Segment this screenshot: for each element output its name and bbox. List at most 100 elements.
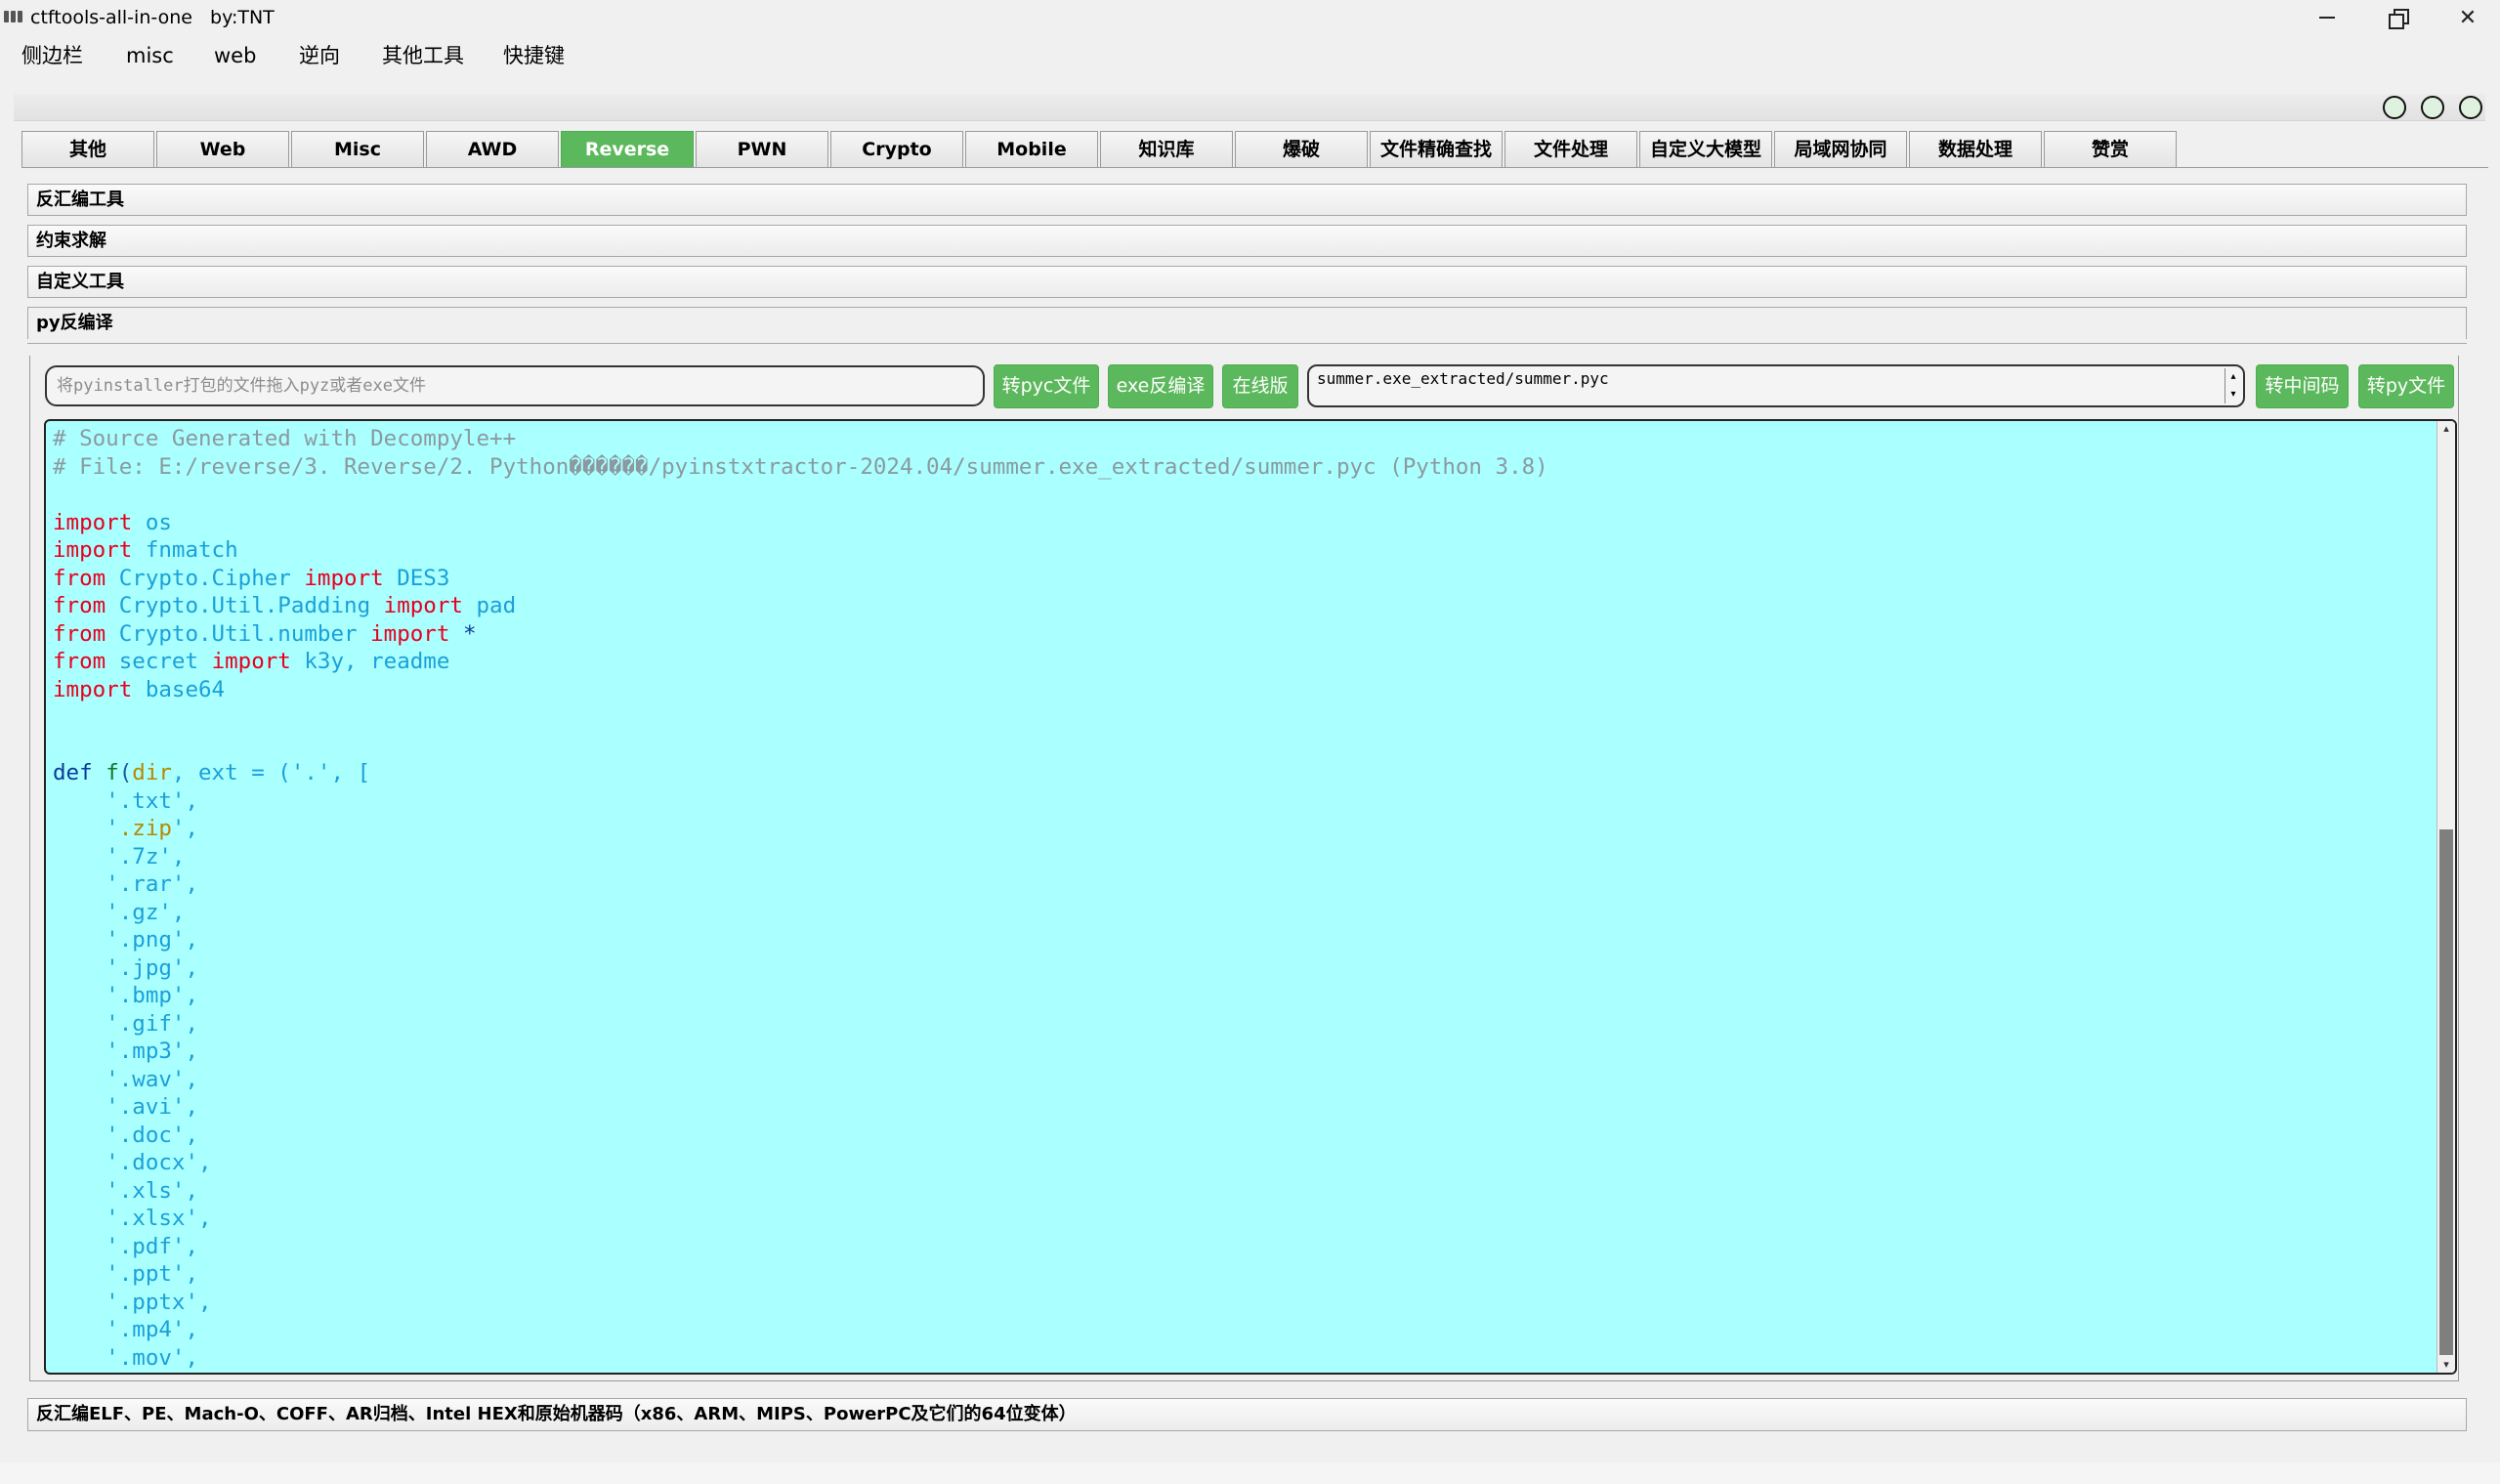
code-string: .rar bbox=[118, 871, 172, 897]
to-py-button[interactable]: 转py文件 bbox=[2358, 364, 2454, 408]
tab-mobile[interactable]: Mobile bbox=[965, 131, 1098, 167]
tab-bar: 其他 Web Misc AWD Reverse PWN Crypto Mobil… bbox=[21, 131, 2179, 168]
code-keyword: from bbox=[53, 593, 106, 618]
tab-misc[interactable]: Misc bbox=[291, 131, 424, 167]
code-import-line: from Crypto.Util.Padding import pad bbox=[53, 593, 516, 618]
code-string: .jpg bbox=[118, 954, 172, 981]
menu-bar: 侧边栏 misc web 逆向 其他工具 快捷键 bbox=[0, 36, 2500, 75]
code-string: .docx bbox=[118, 1150, 186, 1175]
tab-crypto[interactable]: Crypto bbox=[830, 131, 963, 167]
online-version-button[interactable]: 在线版 bbox=[1222, 364, 1298, 408]
code-extension-line: '.doc', bbox=[53, 1122, 199, 1148]
restore-button[interactable] bbox=[2362, 0, 2433, 35]
tab-data-processing[interactable]: 数据处理 bbox=[1909, 131, 2042, 167]
scroll-thumb[interactable] bbox=[2439, 829, 2453, 1355]
to-pyc-button[interactable]: 转pyc文件 bbox=[994, 364, 1099, 408]
pyc-path-select[interactable]: summer.exe_extracted/summer.pyc ▴ ▾ bbox=[1307, 364, 2245, 407]
circle-button-1[interactable] bbox=[2383, 96, 2406, 119]
code-extension-line: '.bmp', bbox=[53, 983, 199, 1008]
tab-knowledge[interactable]: 知识库 bbox=[1100, 131, 1233, 167]
code-comment: # Source Generated with Decompyle++ bbox=[53, 426, 517, 451]
pyz-file-input[interactable] bbox=[45, 365, 985, 406]
section-disasm-description[interactable]: 反汇编ELF、PE、Mach-O、COFF、AR归档、Intel HEX和原始机… bbox=[27, 1398, 2467, 1431]
code-import-line: from Crypto.Cipher import DES3 bbox=[53, 566, 449, 591]
tab-custom-llm[interactable]: 自定义大模型 bbox=[1639, 131, 1772, 167]
code-string: .doc bbox=[118, 1122, 172, 1148]
circle-button-2[interactable] bbox=[2421, 96, 2444, 119]
section-custom-tools[interactable]: 自定义工具 bbox=[27, 266, 2467, 298]
code-extension-line: '.ppt', bbox=[53, 1261, 199, 1287]
exe-decompile-button[interactable]: exe反编译 bbox=[1108, 364, 1213, 408]
section-disassembler[interactable]: 反汇编工具 bbox=[27, 184, 2467, 216]
code-keyword: import bbox=[53, 509, 133, 535]
tab-web[interactable]: Web bbox=[156, 131, 289, 167]
code-string: .mp4 bbox=[118, 1317, 172, 1342]
tab-lan-collab[interactable]: 局域网协同 bbox=[1774, 131, 1907, 167]
code-import-line: from secret import k3y, readme bbox=[53, 649, 449, 674]
code-string: .txt bbox=[118, 787, 172, 814]
code-module: os bbox=[145, 509, 172, 535]
code-string: .zip bbox=[118, 816, 172, 841]
code-string: .gz bbox=[118, 899, 159, 925]
code-extension-line: '.gz', bbox=[53, 899, 186, 925]
tab-other[interactable]: 其他 bbox=[21, 131, 154, 167]
close-icon: ✕ bbox=[2458, 5, 2478, 30]
tab-donate[interactable]: 赞赏 bbox=[2044, 131, 2177, 167]
tab-file-search[interactable]: 文件精确查找 bbox=[1370, 131, 1503, 167]
code-string: .flv bbox=[119, 1373, 172, 1375]
section-py-decompile[interactable]: py反编译 bbox=[27, 307, 2467, 339]
code-import-line: from Crypto.Util.number import * bbox=[53, 621, 477, 647]
menu-sidebar[interactable]: 侧边栏 bbox=[18, 42, 87, 69]
tab-divider bbox=[21, 167, 2488, 168]
section-divider bbox=[27, 343, 2467, 344]
code-editor[interactable]: # Source Generated with Decompyle++ # Fi… bbox=[44, 419, 2457, 1375]
code-keyword: import bbox=[53, 676, 133, 702]
spinner-down-icon[interactable]: ▾ bbox=[2225, 386, 2241, 403]
code-extension-line: '.mp4', bbox=[53, 1317, 199, 1342]
code-imported-names: DES3 bbox=[397, 565, 450, 591]
minimize-button[interactable] bbox=[2292, 0, 2362, 35]
code-string: .7z bbox=[118, 843, 159, 869]
decompiled-code[interactable]: # Source Generated with Decompyle++ # Fi… bbox=[53, 425, 1548, 1375]
menu-shortcuts[interactable]: 快捷键 bbox=[499, 42, 569, 69]
code-keyword: from bbox=[53, 649, 106, 674]
tab-bruteforce[interactable]: 爆破 bbox=[1235, 131, 1368, 167]
scroll-down-icon[interactable]: ▾ bbox=[2437, 1357, 2455, 1373]
code-extension-line: '.pptx', bbox=[53, 1289, 212, 1315]
spinner-up-icon[interactable]: ▴ bbox=[2225, 368, 2241, 386]
menu-web[interactable]: web bbox=[210, 42, 260, 69]
minimize-icon bbox=[2319, 17, 2335, 19]
code-module: Crypto.Cipher bbox=[118, 565, 291, 591]
scroll-up-icon[interactable]: ▴ bbox=[2437, 421, 2455, 437]
section-constraint-solver[interactable]: 约束求解 bbox=[27, 225, 2467, 257]
code-extension-line: '.mov', bbox=[53, 1344, 199, 1371]
tab-file-processing[interactable]: 文件处理 bbox=[1504, 131, 1637, 167]
code-extension-line: '.zip', bbox=[53, 816, 199, 841]
code-args-rest: , ext = ('.', [ bbox=[171, 760, 371, 785]
code-keyword: from bbox=[53, 620, 106, 647]
code-module: base64 bbox=[145, 676, 226, 702]
to-bytecode-button[interactable]: 转中间码 bbox=[2256, 364, 2349, 408]
code-imported-names: pad bbox=[476, 593, 517, 618]
circle-button-3[interactable] bbox=[2459, 96, 2482, 119]
code-string: .wav bbox=[118, 1066, 172, 1092]
tab-awd[interactable]: AWD bbox=[426, 131, 559, 167]
menu-misc[interactable]: misc bbox=[122, 42, 178, 69]
code-extension-line: '.wav', bbox=[53, 1066, 199, 1092]
code-module: Crypto.Util.number bbox=[118, 620, 358, 647]
code-string: .xlsx bbox=[118, 1206, 186, 1231]
path-spinner[interactable]: ▴ ▾ bbox=[2225, 368, 2241, 403]
code-keyword: def bbox=[53, 760, 93, 785]
tab-reverse[interactable]: Reverse bbox=[561, 131, 694, 167]
tab-pwn[interactable]: PWN bbox=[696, 131, 828, 167]
code-extension-line: '.avi', bbox=[53, 1094, 199, 1120]
code-extension-line: '.pdf', bbox=[53, 1233, 199, 1259]
code-import-line: import base64 bbox=[53, 677, 225, 702]
code-string: .xls bbox=[118, 1177, 172, 1204]
close-button[interactable]: ✕ bbox=[2433, 0, 2500, 35]
menu-other-tools[interactable]: 其他工具 bbox=[378, 42, 468, 69]
code-string: .png bbox=[118, 927, 172, 953]
menu-reverse[interactable]: 逆向 bbox=[295, 42, 344, 69]
code-scrollbar[interactable]: ▴ ▾ bbox=[2436, 421, 2455, 1373]
code-imported-names: k3y, readme bbox=[304, 649, 450, 674]
